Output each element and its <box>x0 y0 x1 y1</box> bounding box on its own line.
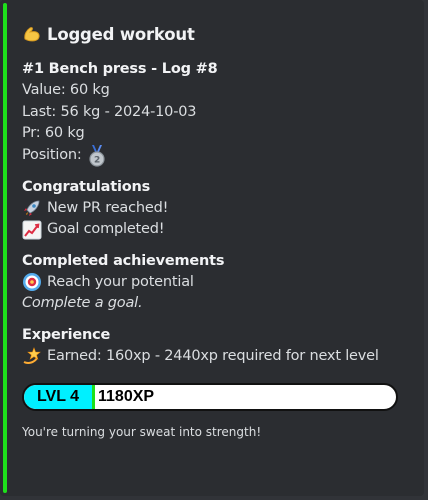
log-pr: Pr: 60 kg <box>22 125 85 141</box>
achievements-heading: Completed achievements <box>22 252 225 269</box>
xp-level-badge: LVL 4 <box>24 385 95 409</box>
workout-embed: Logged workout #1 Bench press - Log #8 V… <box>0 0 424 496</box>
xp-progress: LVL 4 1180XP <box>22 383 398 411</box>
xp-amount: 1180XP <box>98 388 155 405</box>
achievement-name: Reach your potential <box>47 273 194 290</box>
svg-text:2: 2 <box>94 155 100 165</box>
experience-earned: Earned: 160xp - 2440xp required for next… <box>22 346 412 368</box>
embed-footer: You're turning your sweat into strength! <box>22 425 262 439</box>
achievement-item: Reach your potential <box>22 272 412 294</box>
rocket-icon <box>24 200 40 217</box>
congratulations-heading: Congratulations <box>22 178 151 195</box>
flexed-biceps-icon <box>24 27 40 42</box>
log-position-label: Position: <box>22 146 82 163</box>
embed-content: Logged workout #1 Bench press - Log #8 V… <box>22 24 412 439</box>
congrats-item: New PR reached! <box>22 198 412 220</box>
chart-increasing-icon <box>22 220 42 240</box>
second-place-medal-icon: 2 <box>88 144 105 167</box>
embed-title-text: Logged workout <box>47 24 195 44</box>
congrats-item: Goal completed! <box>22 219 412 241</box>
embed-title: Logged workout <box>22 24 412 44</box>
log-last: Last: 56 kg - 2024-10-03 <box>22 103 197 120</box>
experience-earned-text: Earned: 160xp - 2440xp required for next… <box>47 347 379 364</box>
achievement-description: Complete a goal. <box>22 295 143 311</box>
log-field: #1 Bench press - Log #8 Value: 60 kg Las… <box>22 58 412 167</box>
log-value: Value: 60 kg <box>22 82 110 98</box>
log-heading: #1 Bench press - Log #8 <box>22 61 218 77</box>
dizzy-star-icon <box>23 347 41 365</box>
congrats-item-text: New PR reached! <box>47 199 169 216</box>
congrats-item-text: Goal completed! <box>47 221 165 237</box>
target-icon <box>23 273 41 292</box>
embed-accent-bar <box>3 3 7 493</box>
log-position: Position: 2 <box>22 144 412 167</box>
experience-heading: Experience <box>22 326 111 343</box>
experience-field: Experience Earned: 160xp - 2440xp requir… <box>22 324 412 368</box>
xp-progress-bar: LVL 4 1180XP <box>22 383 398 411</box>
congratulations-field: Congratulations New PR reached! Goal com… <box>22 176 412 241</box>
achievements-field: Completed achievements Reach your potent… <box>22 250 412 315</box>
